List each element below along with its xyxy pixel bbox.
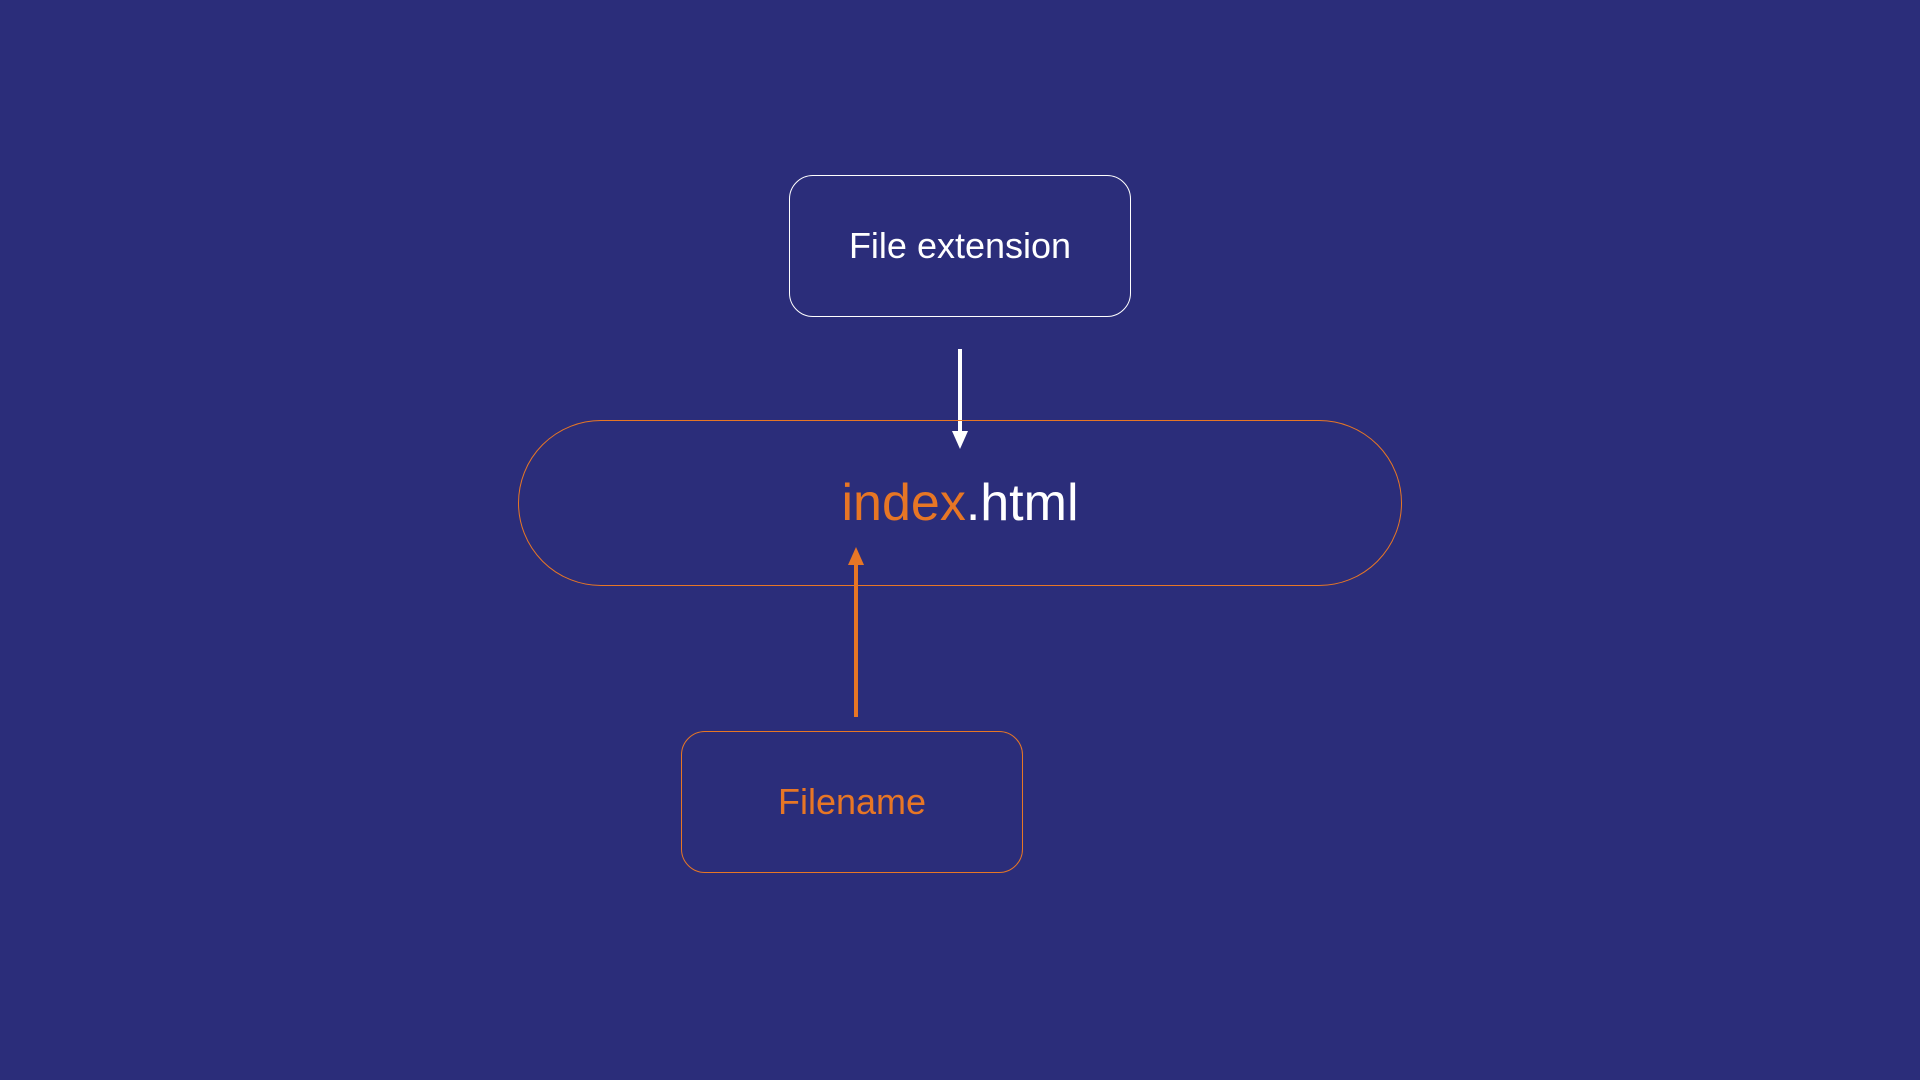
filename-box: Filename: [681, 731, 1023, 873]
file-extension-label: File extension: [849, 225, 1071, 267]
filename-text: index: [842, 473, 966, 533]
filename-label: Filename: [778, 781, 926, 823]
filename-diagram: File extension index.html Filename: [0, 0, 1920, 1080]
file-extension-box: File extension: [789, 175, 1131, 317]
extension-text: .html: [966, 473, 1079, 533]
arrow-up-icon: [846, 547, 866, 722]
filename-pill: index.html: [518, 420, 1402, 586]
